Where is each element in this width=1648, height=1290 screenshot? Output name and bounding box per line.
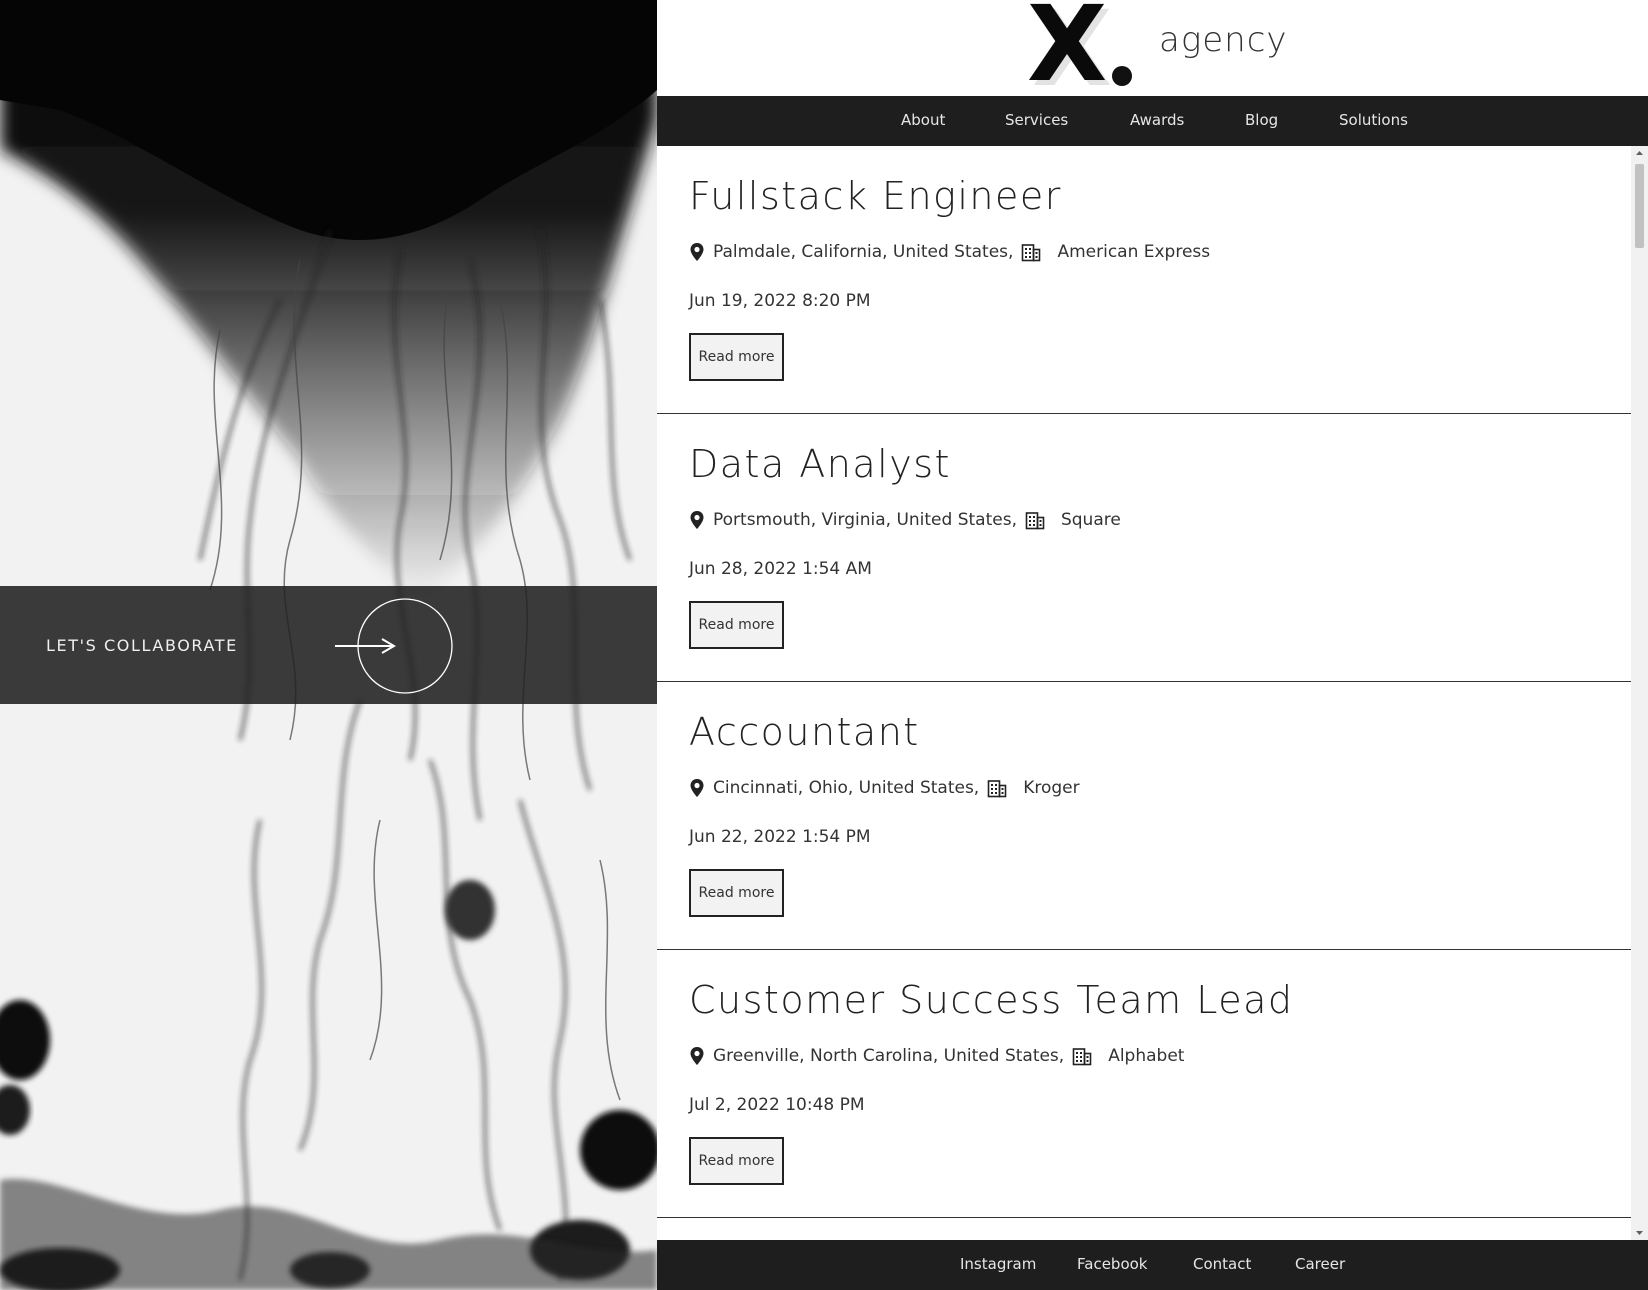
read-more-button[interactable]: Read more xyxy=(689,333,784,381)
job-date: Jul 2, 2022 10:48 PM xyxy=(689,1095,865,1115)
job-company: Square xyxy=(1060,510,1121,530)
main-panel: X X agency About Services Awards Blog So… xyxy=(657,0,1648,1290)
read-more-button[interactable]: Read more xyxy=(689,869,784,917)
nav-blog[interactable]: Blog xyxy=(1245,111,1278,129)
building-icon xyxy=(1072,1048,1092,1066)
footer-facebook[interactable]: Facebook xyxy=(1077,1255,1147,1273)
job-meta: Portsmouth, Virginia, United States, Squa… xyxy=(689,510,1121,530)
job-card: Customer Success Team Lead Greenville, No… xyxy=(657,950,1631,1218)
location-pin-icon xyxy=(690,511,704,529)
footer-contact[interactable]: Contact xyxy=(1193,1255,1251,1273)
job-list: Fullstack Engineer Palmdale, California, … xyxy=(657,146,1631,1240)
job-company: Alphabet xyxy=(1108,1046,1185,1066)
job-meta: Palmdale, California, United States, Amer… xyxy=(689,242,1210,262)
job-title: Accountant xyxy=(689,710,920,754)
hero-image-panel: LET'S COLLABORATE xyxy=(0,0,657,1290)
collaborate-label: LET'S COLLABORATE xyxy=(46,636,238,655)
footer-instagram[interactable]: Instagram xyxy=(960,1255,1036,1273)
job-date: Jun 19, 2022 8:20 PM xyxy=(689,291,871,311)
job-location: Greenville, North Carolina, United State… xyxy=(713,1046,1065,1066)
svg-text:X: X xyxy=(1027,0,1107,90)
nav-services[interactable]: Services xyxy=(1005,111,1068,129)
nav-solutions[interactable]: Solutions xyxy=(1339,111,1408,129)
job-title: Data Analyst xyxy=(689,442,951,486)
arrow-circle-icon[interactable] xyxy=(330,596,460,696)
job-title: Fullstack Engineer xyxy=(689,174,1062,218)
brand-name: agency xyxy=(1159,20,1288,60)
location-pin-icon xyxy=(690,1047,704,1065)
scrollbar[interactable] xyxy=(1631,146,1648,1240)
job-date: Jun 22, 2022 1:54 PM xyxy=(689,827,871,847)
location-pin-icon xyxy=(690,243,704,261)
job-date: Jun 28, 2022 1:54 AM xyxy=(689,559,872,579)
job-company: American Express xyxy=(1057,242,1211,262)
scroll-up-arrow-icon[interactable] xyxy=(1631,146,1648,160)
brand-logo-x[interactable]: X X xyxy=(1025,0,1135,90)
building-icon xyxy=(987,780,1007,798)
job-title: Customer Success Team Lead xyxy=(689,978,1294,1022)
read-more-button[interactable]: Read more xyxy=(689,601,784,649)
scroll-down-arrow-icon[interactable] xyxy=(1631,1226,1648,1240)
job-card: Fullstack Engineer Palmdale, California, … xyxy=(657,146,1631,414)
job-card: Accountant Cincinnati, Ohio, United State… xyxy=(657,682,1631,950)
nav-awards[interactable]: Awards xyxy=(1130,111,1184,129)
building-icon xyxy=(1022,244,1041,262)
footer-career[interactable]: Career xyxy=(1295,1255,1345,1273)
main-nav: About Services Awards Blog Solutions xyxy=(657,96,1648,146)
job-meta: Cincinnati, Ohio, United States, Kroger xyxy=(689,778,1080,798)
nav-about[interactable]: About xyxy=(901,111,945,129)
header: X X agency xyxy=(657,0,1648,96)
read-more-button[interactable]: Read more xyxy=(689,1137,784,1185)
building-icon xyxy=(1025,512,1045,530)
job-location: Portsmouth, Virginia, United States, xyxy=(713,510,1017,530)
scroll-thumb[interactable] xyxy=(1635,164,1644,248)
job-location: Palmdale, California, United States, xyxy=(713,242,1014,262)
footer-nav: Instagram Facebook Contact Career xyxy=(657,1240,1648,1290)
job-card: Data Analyst Portsmouth, Virginia, United… xyxy=(657,414,1631,682)
job-meta: Greenville, North Carolina, United State… xyxy=(689,1046,1184,1066)
collaborate-banner: LET'S COLLABORATE xyxy=(0,586,657,704)
job-location: Cincinnati, Ohio, United States, xyxy=(713,778,980,798)
job-company: Kroger xyxy=(1023,778,1080,798)
location-pin-icon xyxy=(690,779,704,797)
